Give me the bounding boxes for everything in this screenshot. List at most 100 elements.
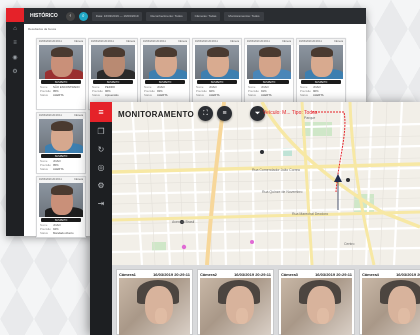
detail-key: Status xyxy=(144,93,152,97)
filter-cameras[interactable]: Câmeras: Todas xyxy=(190,11,221,21)
result-card[interactable]: 16/03/2019 20:29:11 Câmera SUSPEITO Nome JOA… xyxy=(140,38,190,110)
camera-name: Câmera2 xyxy=(200,271,217,277)
card-details: Nome JOAO Precisão 93% Status ALERTA xyxy=(141,84,189,98)
detail-value: ALERTA xyxy=(261,93,272,97)
map-street-label: Avenida Brasil xyxy=(172,220,195,224)
detail-value: Apreensão xyxy=(105,93,119,97)
result-card[interactable]: 16/03/2019 20:29:11 Câmera SUSPEITO Nome JOA… xyxy=(296,38,346,110)
results-grid: 16/03/2019 20:29:11 Câmera SUSPEITO Nome NÃO… xyxy=(36,38,356,110)
vehicle-filter-label[interactable]: Veículo: M... Tipo: Todos xyxy=(263,110,317,116)
detail-key: Status xyxy=(40,231,48,235)
monitoramento-window: ≡ ❐ ↻ ◎ ⚙ ⇥ Rua Comendador João Correa A… xyxy=(90,102,420,335)
card-timestamp: 16/03/2019 20:29:11 xyxy=(299,40,322,43)
card-details: Nome PEDRO Precisão 96% Status Apreensão xyxy=(89,84,137,98)
search-icon[interactable]: ⌕ xyxy=(78,11,88,21)
detail-key: Status xyxy=(196,93,204,97)
card-timestamp: 16/03/2019 20:29:11 xyxy=(39,114,62,117)
suspect-photo xyxy=(91,45,135,79)
map-street-label: Rua Marechal Deodoro xyxy=(292,212,329,216)
result-card[interactable]: 16/03/2019 20:29:11 Câmera SUSPEITO Nome JOA… xyxy=(36,176,86,238)
camera-icon[interactable]: ◎ xyxy=(90,158,112,176)
camera-frame xyxy=(119,278,190,335)
card-camera-tag: Câmera xyxy=(126,40,135,43)
card-camera-tag: Câmera xyxy=(74,114,83,117)
camera-name: Câmera3 xyxy=(281,271,298,277)
card-camera-tag: Câmera xyxy=(230,40,239,43)
card-camera-tag: Câmera xyxy=(282,40,291,43)
result-card[interactable]: 16/03/2019 20:29:11 Câmera SUSPEITO Nome JOA… xyxy=(244,38,294,110)
fullscreen-icon[interactable]: ⛶ xyxy=(198,106,213,121)
camera-feed[interactable]: Câmera4 16/03/2019 20:29:11 xyxy=(359,269,420,335)
camera-frame xyxy=(281,278,352,335)
suspect-photo xyxy=(299,45,343,79)
filter-recognition[interactable]: Reconhecimento: Todos xyxy=(146,11,187,21)
card-timestamp: 16/03/2019 20:29:11 xyxy=(39,178,62,181)
detail-value: ALERTA xyxy=(53,93,64,97)
map-district-label: Centro xyxy=(344,242,355,246)
detail-value: ALERTA xyxy=(313,93,324,97)
camera-feed-header: Câmera3 16/03/2019 20:29:11 xyxy=(279,270,354,278)
camera-feed[interactable]: Câmera2 16/03/2019 20:29:11 xyxy=(197,269,274,335)
refresh-icon[interactable]: ↻ xyxy=(90,140,112,158)
home-icon[interactable]: ⌂ xyxy=(6,22,24,36)
camera-strip: Câmera1 16/03/2019 20:29:11 Câmera2 16/03/2… xyxy=(112,265,420,335)
results-subtitle: Resultados da busca xyxy=(28,27,57,31)
camera-icon[interactable]: ◉ xyxy=(6,50,24,64)
detail-key: Status xyxy=(40,93,48,97)
result-card[interactable]: 16/03/2019 20:29:11 Câmera SUSPEITO Nome JOA… xyxy=(36,112,86,174)
card-detail-row: Status Mandado Aberto xyxy=(40,231,82,235)
card-details: Nome JOAO Precisão 95% Status ALERTA xyxy=(37,158,85,172)
suspect-photo xyxy=(39,45,83,79)
card-details: Nome JOAO Precisão 91% Status ALERTA xyxy=(245,84,293,98)
card-timestamp: 16/03/2019 20:29:11 xyxy=(143,40,166,43)
card-timestamp: 16/03/2019 20:29:11 xyxy=(195,40,218,43)
camera-frame xyxy=(200,278,271,335)
gear-icon[interactable]: ⚙ xyxy=(90,176,112,194)
result-card[interactable]: 16/03/2019 20:29:11 Câmera SUSPEITO Nome NÃO… xyxy=(36,38,86,110)
result-card[interactable]: 16/03/2019 20:29:11 Câmera SUSPEITO Nome PED… xyxy=(88,38,138,110)
map-street-label: Rua Comendador João Correa xyxy=(252,168,300,172)
card-detail-row: Status ALERTA xyxy=(144,93,186,97)
card-details: Nome JOAO Precisão 94% Status Mandado Aberto xyxy=(37,222,85,236)
detail-key: Status xyxy=(248,93,256,97)
map-park-label: Parque xyxy=(304,116,316,120)
detail-key: Status xyxy=(40,167,48,171)
logout-icon[interactable]: ⇥ xyxy=(90,194,112,212)
card-timestamp: 16/03/2019 20:29:11 xyxy=(39,40,62,43)
menu-icon[interactable]: ≡ xyxy=(90,102,112,122)
card-details: Nome NÃO ENCONTRADO Precisão 95% Status ALERT… xyxy=(37,84,85,98)
card-camera-tag: Câmera xyxy=(74,40,83,43)
result-card[interactable]: 16/03/2019 20:29:11 Câmera SUSPEITO Nome JOA… xyxy=(192,38,242,110)
gear-icon[interactable]: ⚙ xyxy=(6,64,24,78)
map-view[interactable]: Rua Comendador João Correa Avenida Brasi… xyxy=(112,102,420,265)
card-camera-tag: Câmera xyxy=(178,40,187,43)
layers-icon[interactable]: ❐ xyxy=(90,122,112,140)
detail-value: ALERTA xyxy=(157,93,168,97)
card-detail-row: Status Apreensão xyxy=(92,93,134,97)
back-icon[interactable]: ‹ xyxy=(65,11,75,21)
results-left-column: 16/03/2019 20:29:11 Câmera SUSPEITO Nome JOA… xyxy=(36,112,86,238)
filter-monitoring[interactable]: Monitoramentos: Todos xyxy=(224,11,264,21)
list-icon[interactable]: ≡ xyxy=(6,36,24,50)
card-timestamp: 16/03/2019 20:29:11 xyxy=(247,40,270,43)
detail-key: Status xyxy=(92,93,100,97)
suspect-photo xyxy=(195,45,239,79)
card-camera-tag: Câmera xyxy=(334,40,343,43)
card-details: Nome JOAO Precisão 92% Status ALERTA xyxy=(193,84,241,98)
filter-date[interactable]: Data: 16/03/2019 — 16/03/2019 xyxy=(91,11,143,21)
historico-topbar: HISTÓRICO ‹ ⌕ Data: 16/03/2019 — 16/03/2… xyxy=(24,8,366,24)
monitoramento-sidebar: ≡ ❐ ↻ ◎ ⚙ ⇥ xyxy=(90,102,112,335)
camera-timestamp: 16/03/2019 20:29:11 xyxy=(234,271,271,277)
historico-title: HISTÓRICO xyxy=(30,13,58,19)
camera-feed-header: Câmera2 16/03/2019 20:29:11 xyxy=(198,270,273,278)
suspect-photo xyxy=(143,45,187,79)
camera-name: Câmera4 xyxy=(362,271,379,277)
historico-sidebar: ⌂ ≡ ◉ ⚙ xyxy=(6,8,24,236)
detail-key: Status xyxy=(300,93,308,97)
camera-feed[interactable]: Câmera1 16/03/2019 20:29:11 xyxy=(116,269,193,335)
card-detail-row: Status ALERTA xyxy=(40,167,82,171)
camera-feed[interactable]: Câmera3 16/03/2019 20:29:11 xyxy=(278,269,355,335)
card-detail-row: Status ALERTA xyxy=(196,93,238,97)
layers-toggle-icon[interactable]: ≡ xyxy=(217,106,232,121)
brand-logo[interactable] xyxy=(6,8,24,22)
